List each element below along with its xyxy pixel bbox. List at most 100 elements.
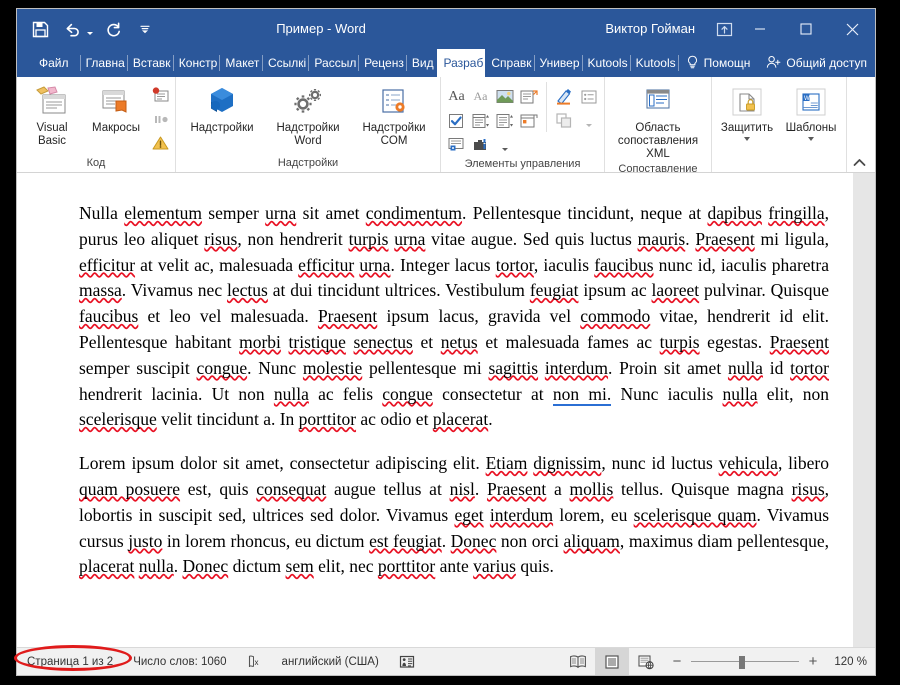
picture-content-control-icon[interactable] bbox=[493, 85, 516, 108]
spelling-error-text: porttitor bbox=[299, 409, 356, 429]
account-user-name[interactable]: Виктор Гойман bbox=[605, 9, 695, 49]
tab-references[interactable]: Ссылкі bbox=[262, 49, 308, 77]
zoom-out-button[interactable]: − bbox=[669, 654, 685, 670]
read-mode-view-icon[interactable] bbox=[561, 648, 595, 676]
proofing-errors-icon[interactable]: x bbox=[237, 648, 272, 676]
document-page[interactable]: Nulla elementum semper urna sit amet con… bbox=[17, 173, 855, 647]
group-label-code: Код bbox=[87, 155, 106, 172]
legacy-tools-icon[interactable] bbox=[469, 133, 492, 156]
language-indicator[interactable]: английский (США) bbox=[272, 648, 389, 676]
document-canvas[interactable]: Nulla elementum semper urna sit amet con… bbox=[17, 173, 875, 647]
protect-document-button[interactable]: Защитить bbox=[716, 82, 778, 141]
protect-document-icon bbox=[730, 84, 764, 120]
maximize-button[interactable] bbox=[783, 9, 829, 49]
body-text-run: egestas. bbox=[700, 332, 770, 352]
body-text-run: . bbox=[685, 229, 695, 249]
body-text-run: id bbox=[763, 358, 790, 378]
plain-text-content-control-icon[interactable]: Aa bbox=[469, 85, 492, 108]
visual-basic-button[interactable]: Visual Basic bbox=[21, 82, 83, 148]
tab-kutools-plus[interactable]: Kutools bbox=[630, 49, 678, 77]
document-body-text[interactable]: Nulla elementum semper urna sit amet con… bbox=[79, 201, 829, 580]
protect-dropdown-caret-icon[interactable] bbox=[744, 137, 750, 141]
tab-review[interactable]: Реценз bbox=[358, 49, 406, 77]
com-addins-button[interactable]: Надстройки COM bbox=[352, 82, 436, 148]
date-picker-content-control-icon[interactable] bbox=[517, 109, 540, 132]
tab-layout[interactable]: Макет bbox=[219, 49, 262, 77]
status-bar: Страница 1 из 2 Число слов: 1060 x англи… bbox=[17, 647, 875, 675]
zoom-in-button[interactable]: + bbox=[805, 654, 821, 670]
body-text-run: et leo vel malesuada. bbox=[138, 306, 318, 326]
tab-kutools[interactable]: Kutools bbox=[582, 49, 630, 77]
zoom-level-label[interactable]: 120 % bbox=[827, 656, 867, 668]
grammar-error-text: non mi. bbox=[553, 384, 611, 406]
spelling-error-text: elementum bbox=[124, 203, 202, 223]
zoom-slider-thumb[interactable] bbox=[739, 656, 745, 669]
body-text-run: . bbox=[442, 531, 451, 551]
group-controls-icon[interactable] bbox=[553, 109, 576, 132]
xml-mapping-pane-label: Область сопоставления XML bbox=[609, 122, 707, 161]
xml-mapping-pane-button[interactable]: Область сопоставления XML bbox=[609, 82, 707, 161]
record-macro-icon[interactable] bbox=[149, 84, 171, 106]
repeating-section-content-control-icon[interactable] bbox=[445, 133, 468, 156]
body-text-run: , nunc id luctus bbox=[601, 453, 718, 473]
word-addins-button[interactable]: Надстройки Word bbox=[266, 82, 350, 148]
spelling-error-text: porttitor bbox=[378, 556, 435, 576]
collapse-ribbon-icon[interactable] bbox=[851, 154, 867, 170]
minimize-button[interactable] bbox=[737, 9, 783, 49]
group-label-controls: Элементы управления bbox=[465, 156, 581, 173]
body-text-run: . bbox=[488, 409, 492, 429]
print-layout-view-icon[interactable] bbox=[595, 648, 629, 676]
tab-file[interactable]: Файл bbox=[23, 49, 80, 77]
ribbon-display-options-icon[interactable] bbox=[713, 19, 735, 39]
templates-dropdown-caret-icon[interactable] bbox=[808, 137, 814, 141]
tab-home[interactable]: Главна bbox=[80, 49, 127, 77]
building-block-gallery-icon[interactable] bbox=[517, 85, 540, 108]
body-text-run: mi ligula, bbox=[755, 229, 829, 249]
share-button[interactable]: Общий доступ bbox=[758, 49, 875, 77]
legacy-tools-dropdown-caret-icon[interactable] bbox=[493, 133, 516, 156]
body-text-run: ac felis bbox=[309, 384, 382, 404]
checkbox-content-control-icon[interactable] bbox=[445, 109, 468, 132]
body-text-run bbox=[346, 332, 354, 352]
spelling-error-text: Donec bbox=[183, 556, 229, 576]
rich-text-content-control-icon[interactable]: Aa bbox=[445, 85, 468, 108]
window-controls bbox=[737, 9, 875, 49]
macros-button[interactable]: Макросы bbox=[85, 82, 147, 135]
web-layout-view-icon[interactable] bbox=[629, 648, 663, 676]
share-person-icon bbox=[766, 55, 781, 72]
spelling-error-text: vehicula bbox=[719, 453, 778, 473]
zoom-controls: − + 120 % bbox=[663, 654, 875, 670]
tab-help[interactable]: Справк bbox=[485, 49, 533, 77]
tab-insert[interactable]: Вставк bbox=[127, 49, 173, 77]
svg-text:x: x bbox=[254, 658, 258, 667]
addins-store-button[interactable]: Надстройки bbox=[180, 82, 264, 135]
spelling-error-text: scelerisque quam bbox=[634, 505, 757, 525]
tab-view[interactable]: Вид bbox=[406, 49, 438, 77]
tab-mailings[interactable]: Рассыл bbox=[308, 49, 358, 77]
tab-design[interactable]: Констр bbox=[173, 49, 220, 77]
design-mode-icon[interactable] bbox=[553, 85, 576, 108]
properties-icon[interactable] bbox=[577, 85, 600, 108]
page-indicator[interactable]: Страница 1 из 2 bbox=[17, 648, 123, 676]
group-controls-dropdown-caret-icon[interactable] bbox=[577, 109, 600, 132]
spelling-error-text: nulla bbox=[139, 556, 174, 576]
visual-basic-label: Visual Basic bbox=[21, 122, 83, 148]
macros-label: Макросы bbox=[85, 122, 147, 135]
title-bar: Пример - Word Виктор Гойман bbox=[17, 9, 875, 49]
tab-developer[interactable]: Разраб bbox=[437, 49, 485, 77]
document-template-button[interactable]: W Шаблоны bbox=[780, 82, 842, 141]
zoom-slider[interactable] bbox=[691, 654, 799, 670]
body-text-run: lorem, eu bbox=[553, 505, 634, 525]
drop-down-list-content-control-icon[interactable] bbox=[493, 109, 516, 132]
body-text-run: , maximus diam pellentesque, bbox=[620, 531, 829, 551]
close-button[interactable] bbox=[829, 9, 875, 49]
tell-me-label: Помощн bbox=[704, 56, 751, 70]
accessibility-checker-icon[interactable] bbox=[389, 648, 425, 676]
tell-me-search[interactable]: Помощн bbox=[678, 49, 759, 77]
word-application-window: Пример - Word Виктор Гойман bbox=[16, 8, 876, 676]
spelling-error-text: lectus bbox=[227, 280, 268, 300]
macro-security-icon[interactable] bbox=[149, 132, 171, 154]
combo-box-content-control-icon[interactable] bbox=[469, 109, 492, 132]
word-count[interactable]: Число слов: 1060 bbox=[123, 648, 236, 676]
tab-universal[interactable]: Универ bbox=[534, 49, 582, 77]
